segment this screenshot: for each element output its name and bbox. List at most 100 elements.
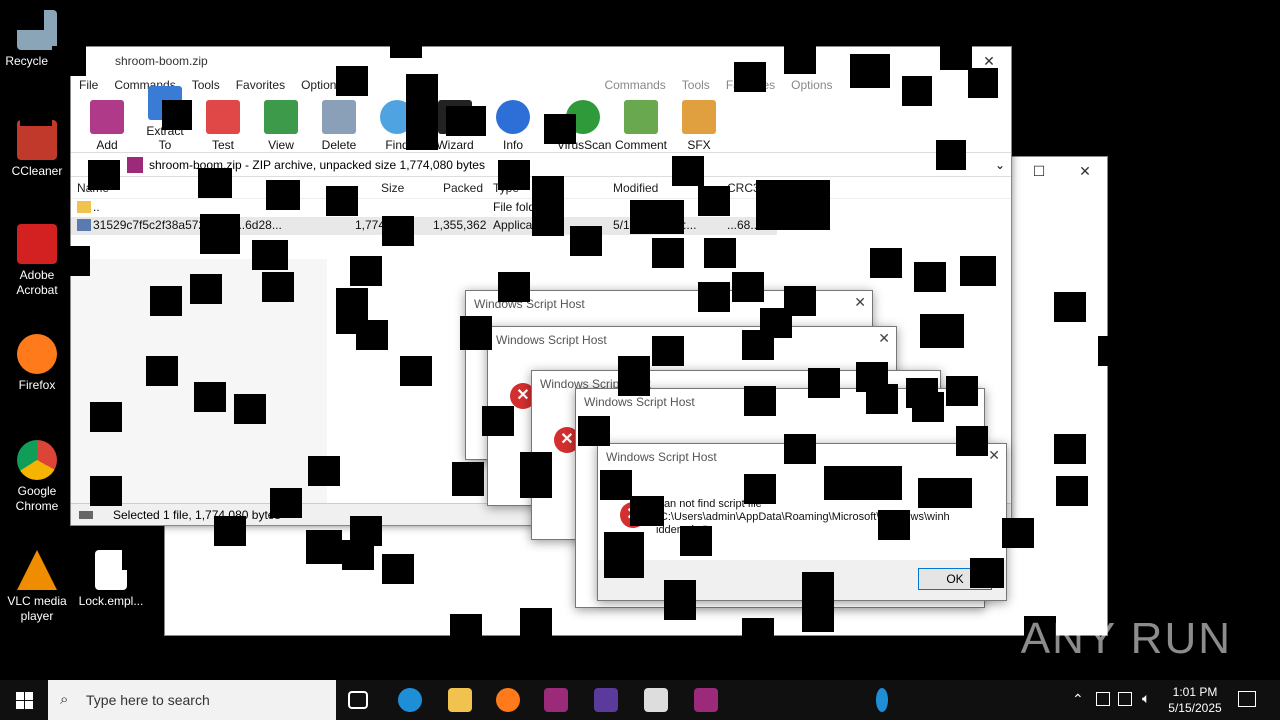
occlusion-block: [150, 286, 182, 316]
occlusion-block: [234, 394, 266, 424]
search-box[interactable]: ⌕ Type here to search: [48, 680, 336, 720]
occlusion-block: [532, 176, 564, 236]
menu-commands-2[interactable]: Commands: [604, 78, 665, 92]
menu-tools-2[interactable]: Tools: [682, 78, 710, 92]
info-button[interactable]: Info: [487, 100, 539, 152]
occlusion-block: [670, 646, 702, 680]
close-icon[interactable]: ✕: [988, 447, 1000, 464]
desktop-icon-firefox[interactable]: Firefox: [0, 334, 74, 393]
menu-tools[interactable]: Tools: [192, 78, 220, 92]
occlusion-block: [1244, 488, 1276, 518]
col-size[interactable]: Size: [381, 181, 404, 195]
ccleaner-icon: [17, 120, 57, 160]
occlusion-block: [866, 384, 898, 414]
file-explorer-icon[interactable]: [448, 688, 472, 712]
occlusion-block: [618, 356, 650, 396]
test-button[interactable]: Test: [197, 100, 249, 152]
network-icon[interactable]: [1096, 692, 1110, 706]
search-placeholder: Type here to search: [86, 692, 210, 708]
sfx-button[interactable]: SFX: [673, 100, 725, 152]
occlusion-block: [808, 368, 840, 398]
close-button[interactable]: ✕: [1065, 157, 1105, 185]
firefox-icon: [17, 334, 57, 374]
occlusion-block: [1056, 476, 1088, 506]
occlusion-block: [1002, 518, 1034, 548]
maximize-button[interactable]: ☐: [1019, 157, 1059, 185]
script-host-icon[interactable]: [644, 688, 668, 712]
occlusion-block: [744, 474, 776, 504]
occlusion-block: [58, 246, 90, 276]
occlusion-block: [122, 540, 154, 570]
occlusion-block: [356, 320, 388, 350]
comment-button[interactable]: Comment: [615, 100, 667, 152]
occlusion-block: [902, 76, 932, 106]
desktop-icon-chrome[interactable]: Google Chrome: [0, 440, 74, 514]
occlusion-block: [918, 478, 972, 508]
edge-icon[interactable]: [398, 688, 422, 712]
occlusion-block: [680, 526, 712, 556]
occlusion-block: [266, 180, 300, 210]
occlusion-block: [752, 8, 784, 38]
occlusion-block: [784, 434, 816, 464]
occlusion-block: [870, 248, 902, 278]
occlusion-block: [920, 314, 964, 348]
occlusion-block: [834, 656, 866, 680]
occlusion-block: [450, 614, 482, 644]
occlusion-block: [784, 44, 816, 74]
view-button[interactable]: View: [255, 100, 307, 152]
sfx-icon: [682, 100, 716, 134]
vlc-icon: [17, 550, 57, 590]
winrar-icon[interactable]: [694, 688, 718, 712]
occlusion-block: [336, 66, 368, 96]
occlusion-block: [1054, 434, 1086, 464]
task-view-icon[interactable]: [348, 691, 368, 709]
add-button[interactable]: Add: [81, 100, 133, 152]
winrar-icon[interactable]: [594, 688, 618, 712]
occlusion-block: [198, 168, 232, 198]
folder-icon: [77, 201, 91, 213]
occlusion-block: [14, 2, 44, 30]
firefox-icon[interactable]: [496, 688, 520, 712]
occlusion-block: [350, 256, 382, 286]
windows-logo-icon: [15, 691, 33, 709]
occlusion-block: [52, 46, 86, 76]
notification-icon[interactable]: [1238, 691, 1256, 707]
search-icon: ⌕: [60, 691, 69, 708]
occlusion-block: [342, 540, 374, 570]
winrar-icon[interactable]: [544, 688, 568, 712]
clock[interactable]: 1:01 PM 5/15/2025: [1160, 684, 1230, 716]
menu-options-2[interactable]: Options: [791, 78, 832, 92]
desktop-icon-vlc[interactable]: VLC media player: [0, 550, 74, 624]
menu-file[interactable]: File: [79, 78, 98, 92]
occlusion-block: [744, 386, 776, 416]
occlusion-block: [824, 466, 902, 500]
occlusion-block: [956, 426, 988, 456]
occlusion-block: [604, 532, 644, 578]
occlusion-block: [252, 240, 288, 270]
occlusion-block: [308, 456, 340, 486]
chrome-icon: [17, 440, 57, 480]
date-text: 5/15/2025: [1168, 701, 1222, 715]
occlusion-block: [1198, 410, 1230, 440]
chevron-up-icon[interactable]: ⌃: [1072, 691, 1084, 708]
info-icon: [496, 100, 530, 134]
volume-icon[interactable]: 🔈︎: [1142, 690, 1150, 707]
col-packed[interactable]: Packed: [443, 181, 483, 195]
occlusion-block: [544, 114, 576, 144]
col-modified[interactable]: Modified: [613, 181, 658, 195]
start-button[interactable]: [0, 680, 48, 720]
edge-icon[interactable]: [876, 688, 888, 712]
anyrun-watermark: ANY RUN: [1020, 614, 1232, 663]
menu-favorites[interactable]: Favorites: [236, 78, 285, 92]
occlusion-block: [1216, 506, 1248, 536]
delete-button[interactable]: Delete: [313, 100, 365, 152]
close-icon[interactable]: ✕: [854, 294, 866, 311]
view-icon: [264, 100, 298, 134]
desktop: Recycle Bin CCleaner Adobe Acrobat Firef…: [0, 0, 1280, 680]
close-icon[interactable]: ✕: [878, 330, 890, 347]
trash-icon: [322, 100, 356, 134]
ethernet-icon[interactable]: [1118, 692, 1132, 706]
occlusion-block: [200, 214, 240, 254]
desktop-icon-ccleaner[interactable]: CCleaner: [0, 120, 74, 179]
chevron-down-icon[interactable]: ⌄: [995, 158, 1005, 172]
